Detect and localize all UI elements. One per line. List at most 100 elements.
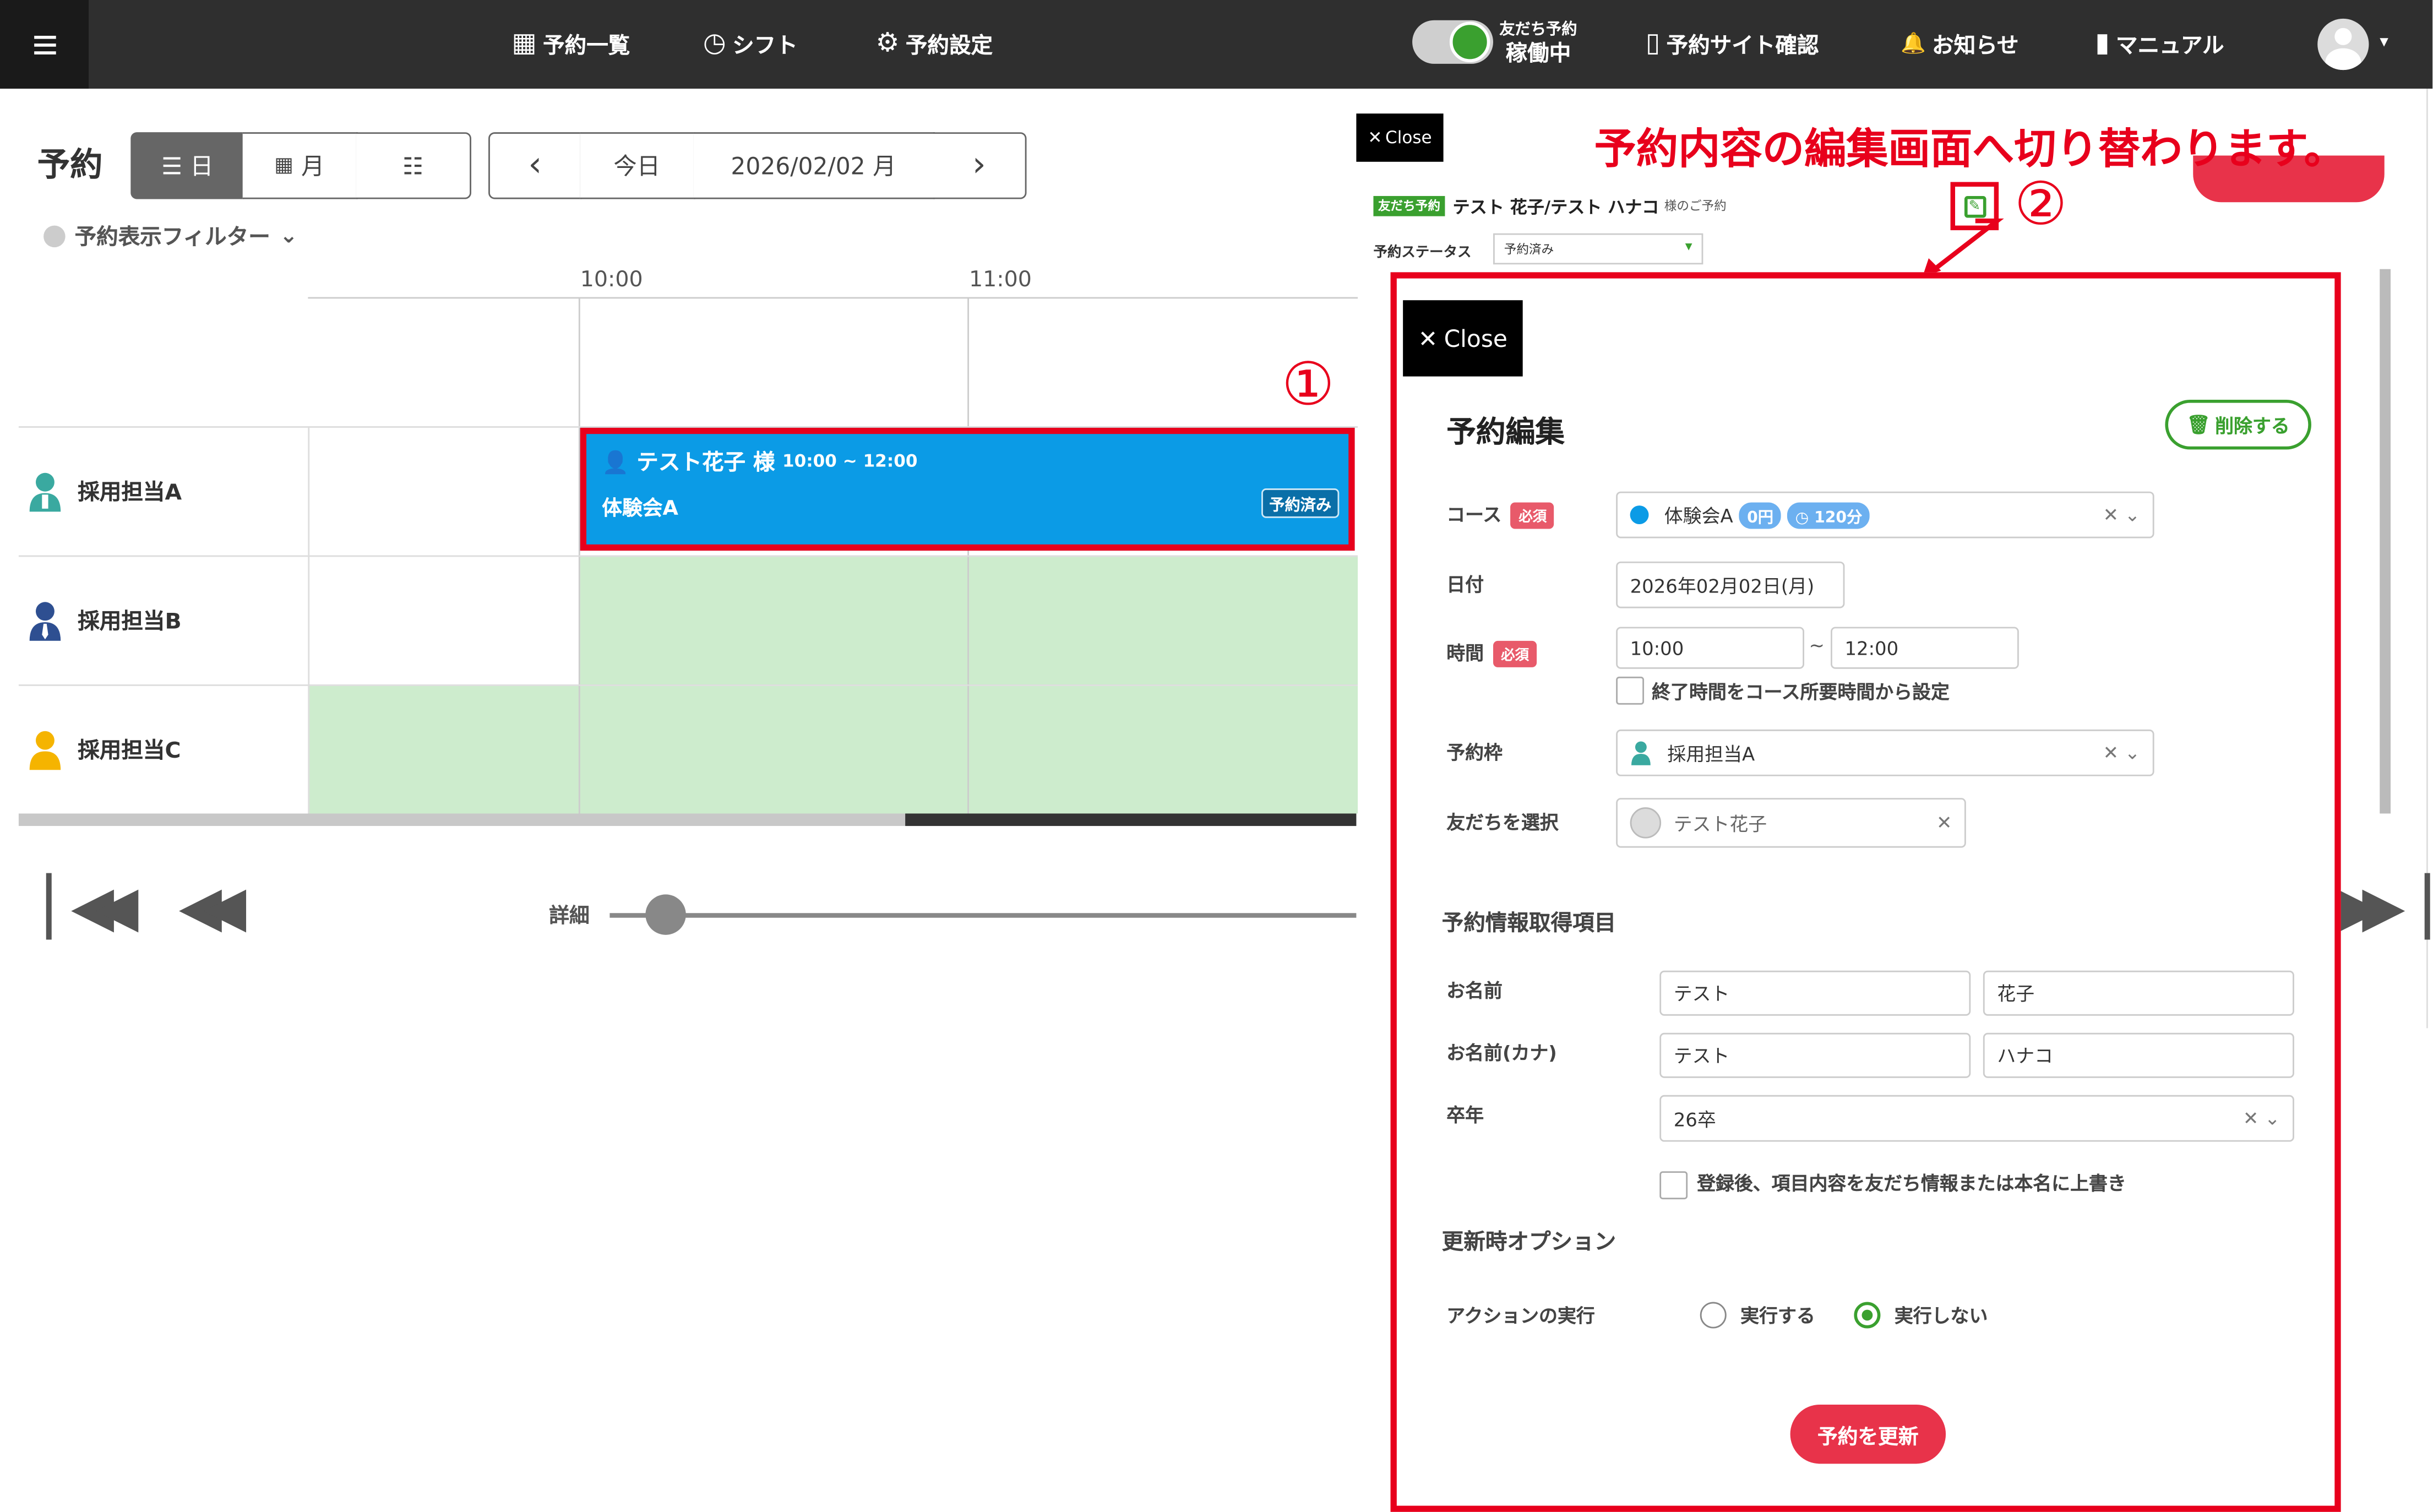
update-label: 予約を更新 <box>1817 1426 1919 1449</box>
course-price-chip: 0円 <box>1739 502 1782 529</box>
reservation-status-label: 予約ステータス <box>1373 246 1472 262</box>
staff-row-c: 採用担当C <box>28 730 181 770</box>
edit-reservation-modal: ✕ Close 予約編集 🗑 削除する コース 必須 体験会A 0円 ◷ 120分 ✕… <box>1390 272 2341 1512</box>
display-filter-toggle[interactable]: 予約表示フィルター ⌄ <box>43 221 298 252</box>
clock-icon: ◷ <box>703 28 726 59</box>
phone-icon: ▯ <box>1645 28 1661 59</box>
kana-label: お名前(カナ) <box>1446 1042 1557 1064</box>
chevron-down-icon: ⌄ <box>279 224 298 249</box>
delete-button[interactable]: 🗑 削除する <box>2165 400 2311 450</box>
action-run-radio[interactable] <box>1700 1302 1727 1329</box>
end-time-input[interactable]: 12:00 <box>1831 627 2019 669</box>
month-calendar-icon: ▦ <box>274 154 293 178</box>
page-title: 予約 <box>37 146 103 184</box>
nav-notices-label: お知らせ <box>1932 33 2019 58</box>
friend-label: 友だちを選択 <box>1446 812 1559 834</box>
course-label: コース 必須 <box>1446 501 1555 529</box>
view-month-button[interactable]: ▦ 月 <box>242 132 358 199</box>
detail-close-label: Close <box>1385 127 1432 148</box>
view-day-button[interactable]: ☰ 日 <box>130 132 244 199</box>
clear-icon[interactable]: ✕ <box>1936 812 1952 834</box>
nav-site-check[interactable]: ▯ 予約サイト確認 <box>1646 0 1819 89</box>
hamburger-menu-button[interactable] <box>0 0 89 89</box>
available-slot-c[interactable] <box>308 686 1358 814</box>
avatar-caret-icon[interactable]: ▾ <box>2380 31 2388 52</box>
top-navbar: ▦ 予約一覧 ◷ シフト ⚙ 予約設定 友だち予約 稼働中 ▯ 予約サイト確認 … <box>0 0 2433 89</box>
overwrite-checkbox[interactable] <box>1659 1171 1688 1200</box>
last-kana-input[interactable]: テスト <box>1659 1032 1971 1078</box>
active-toggle[interactable] <box>1412 20 1493 64</box>
hamburger-icon <box>33 35 56 55</box>
clear-caret-icon[interactable]: ✕ ⌄ <box>2243 1107 2280 1129</box>
horizontal-scroll-thumb[interactable] <box>905 813 1357 826</box>
detail-slider-knob[interactable] <box>645 894 686 935</box>
course-duration-chip: ◷ 120分 <box>1787 502 1870 529</box>
end-time-auto-checkbox[interactable] <box>1616 676 1645 705</box>
first-kana-input[interactable]: ハナコ <box>1983 1032 2294 1078</box>
detail-close-button[interactable]: ✕ Close <box>1356 113 1444 162</box>
last-kana-value: テスト <box>1673 1045 1730 1067</box>
clear-caret-icon[interactable]: ✕ ⌄ <box>2103 742 2141 764</box>
time-separator: ~ <box>1809 634 1825 657</box>
close-icon: ✕ <box>1368 127 1382 148</box>
prev-day-button[interactable]: ‹ <box>488 132 582 199</box>
slot-select[interactable]: 採用担当A ✕ ⌄ <box>1616 729 2154 776</box>
app-stage: ▦ 予約一覧 ◷ シフト ⚙ 予約設定 友だち予約 稼働中 ▯ 予約サイト確認 … <box>0 0 2433 1512</box>
time-label-11: 11:00 <box>968 267 1032 293</box>
book-icon: ▮ <box>2095 28 2110 59</box>
user-avatar[interactable] <box>2317 18 2369 70</box>
time-label: 時間 必須 <box>1446 639 1537 667</box>
filter-dot-icon <box>43 225 66 248</box>
friend-reservation-tag: 友だち予約 <box>1373 195 1445 216</box>
staff-a-name: 採用担当A <box>78 480 182 506</box>
update-reservation-button[interactable]: 予約を更新 <box>1790 1404 1946 1464</box>
first-name-input[interactable]: 花子 <box>1983 970 2294 1016</box>
filter-label: 予約表示フィルター <box>74 225 270 251</box>
skip-first-icon[interactable]: ▏◀◀ <box>47 880 139 937</box>
skip-last-icon[interactable]: ▶▶▕ <box>2338 880 2430 937</box>
modal-close-label: Close <box>1444 324 1508 352</box>
panel-edge-line <box>2426 89 2428 1029</box>
date-value: 2026年02月02日(月) <box>1630 574 1815 597</box>
nav-shift[interactable]: ◷ シフト <box>703 0 798 89</box>
modal-close-button[interactable]: ✕ Close <box>1403 300 1523 377</box>
event-time: 10:00 ~ 12:00 <box>782 451 918 471</box>
friend-select[interactable]: テスト花子 ✕ <box>1616 798 1966 848</box>
chevron-left-icon: ‹ <box>528 146 542 186</box>
reservation-customer-name: テスト 花子/テスト ハナコ <box>1452 197 1659 218</box>
course-color-dot <box>1630 505 1649 525</box>
rewind-icon[interactable]: ◀◀ <box>179 880 247 937</box>
reservation-event[interactable]: 👤 テスト花子 様 10:00 ~ 12:00 体験会A 予約済み <box>580 427 1355 551</box>
last-name-input[interactable]: テスト <box>1659 970 1971 1016</box>
nav-manual[interactable]: ▮ マニュアル <box>2095 0 2224 89</box>
grad-year-select[interactable]: 26卒 ✕ ⌄ <box>1659 1095 2294 1142</box>
nav-settings-label: 予約設定 <box>905 33 993 58</box>
next-day-button[interactable]: › <box>933 132 1027 199</box>
action-skip-radio[interactable] <box>1854 1302 1881 1329</box>
toggle-knob <box>1449 21 1490 62</box>
reservation-status-select[interactable]: 予約済み <box>1493 233 1703 265</box>
staff-b-name: 採用担当B <box>78 610 182 635</box>
nav-settings[interactable]: ⚙ 予約設定 <box>875 0 993 89</box>
date-display-button[interactable]: 2026/02/02 月 <box>693 132 935 199</box>
event-customer-name: テスト花子 様 <box>636 451 775 476</box>
nav-notices[interactable]: 🔔 お知らせ <box>1901 0 2018 89</box>
view-list-button[interactable]: ☷ <box>356 132 471 199</box>
course-select[interactable]: 体験会A 0円 ◷ 120分 ✕ ⌄ <box>1616 491 2154 539</box>
clock-icon: ◷ <box>1795 509 1815 527</box>
action-run-label: 実行する <box>1740 1305 1815 1327</box>
panel-scrollbar[interactable] <box>2380 269 2391 814</box>
date-field[interactable]: 2026年02月02日(月) <box>1616 561 1845 608</box>
detail-slider-track[interactable] <box>609 913 1357 918</box>
modal-title: 予約編集 <box>1446 415 1565 450</box>
bell-icon: 🔔 <box>1901 32 1926 56</box>
delete-label: 削除する <box>2215 414 2290 437</box>
clear-caret-icon[interactable]: ✕ ⌄ <box>2103 504 2141 526</box>
nav-manual-label: マニュアル <box>2116 33 2224 58</box>
start-time-input[interactable]: 10:00 <box>1616 627 1804 669</box>
today-button[interactable]: 今日 <box>580 132 695 199</box>
annotation-arrow <box>1922 218 2004 277</box>
first-name-value: 花子 <box>1997 983 2035 1005</box>
nav-reservations[interactable]: ▦ 予約一覧 <box>511 0 630 89</box>
nav-shift-label: シフト <box>732 33 798 58</box>
